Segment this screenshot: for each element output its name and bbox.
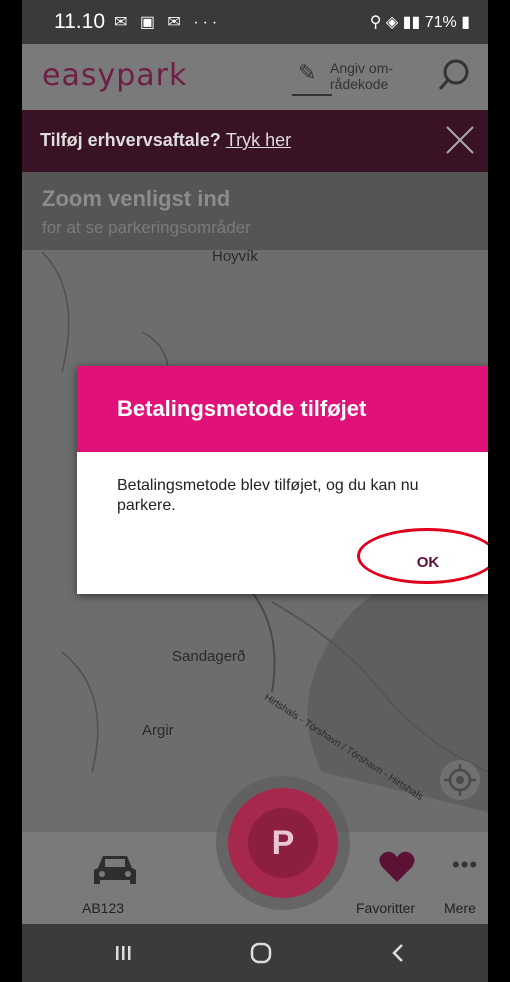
battery-icon: ▮ (461, 14, 470, 31)
notification-icons: ✉ ▣ ✉ ··· (114, 14, 222, 31)
banner-question: Tilføj erhvervsaftale? (40, 130, 221, 150)
dialog-header: Betalingsmetode tilføjet (77, 366, 488, 452)
zoom-hint-subtitle: for at se parkeringsområder (42, 218, 251, 237)
area-code-label: Angiv om- rådekode (330, 60, 394, 92)
banner-link[interactable]: Tryk her (226, 130, 291, 150)
my-location-button[interactable] (440, 760, 480, 800)
pencil-icon: ✎ (298, 60, 317, 85)
heart-icon (379, 851, 415, 882)
dialog-message: Betalingsmetode blev tilføjet, og du kan… (117, 477, 419, 514)
phone-screen: 11.10 ✉ ▣ ✉ ··· ⚲ ◈ ▮▮ 71% ▮ easypark ✎ … (22, 0, 488, 982)
app-bar: easypark ✎ Angiv om- rådekode (22, 44, 488, 110)
back-icon[interactable] (384, 938, 414, 968)
battery-level: 71% (424, 14, 457, 31)
park-button[interactable]: P (228, 788, 338, 898)
parking-p-icon: P (248, 808, 318, 878)
favorites-label: Favoritter (356, 900, 416, 916)
status-time: 11.10 (54, 10, 105, 33)
search-button[interactable] (434, 56, 474, 96)
payment-method-dialog: Betalingsmetode tilføjet Betalingsmetode… (77, 366, 488, 594)
home-icon[interactable] (246, 938, 276, 968)
android-nav-bar (22, 924, 488, 982)
signal-icon: ⚲ ◈ ▮▮ (369, 14, 425, 31)
status-bar: 11.10 ✉ ▣ ✉ ··· ⚲ ◈ ▮▮ 71% ▮ (22, 0, 488, 44)
ok-button[interactable]: OK (393, 548, 463, 578)
area-code-underline (292, 94, 332, 96)
close-icon (446, 126, 474, 154)
map-label: Sandagerð (172, 648, 246, 665)
more-label: Mere (444, 900, 476, 916)
crosshair-icon (444, 764, 476, 796)
zoom-hint: Zoom venligst ind for at se parkeringsom… (22, 172, 488, 250)
more-dots-icon: ••• (452, 852, 479, 877)
banner-text: Tilføj erhvervsaftale? Tryk her (40, 130, 291, 151)
easypark-logo: easypark (42, 58, 188, 93)
car-icon (94, 856, 136, 884)
recent-apps-icon[interactable] (108, 938, 138, 968)
area-code-button[interactable]: ✎ Angiv om- rådekode (292, 54, 412, 100)
banner-close-button[interactable] (444, 124, 476, 156)
business-agreement-banner: Tilføj erhvervsaftale? Tryk her (22, 110, 488, 172)
dialog-title: Betalingsmetode tilføjet (117, 396, 367, 421)
system-status-icons: ⚲ ◈ ▮▮ 71% ▮ (370, 12, 470, 32)
vehicle-plate-label: AB123 (82, 900, 125, 916)
zoom-hint-title: Zoom venligst ind (42, 186, 231, 211)
map-label: Argir (142, 722, 174, 739)
search-icon (438, 59, 469, 90)
map-label: Hoyvík (212, 248, 258, 265)
